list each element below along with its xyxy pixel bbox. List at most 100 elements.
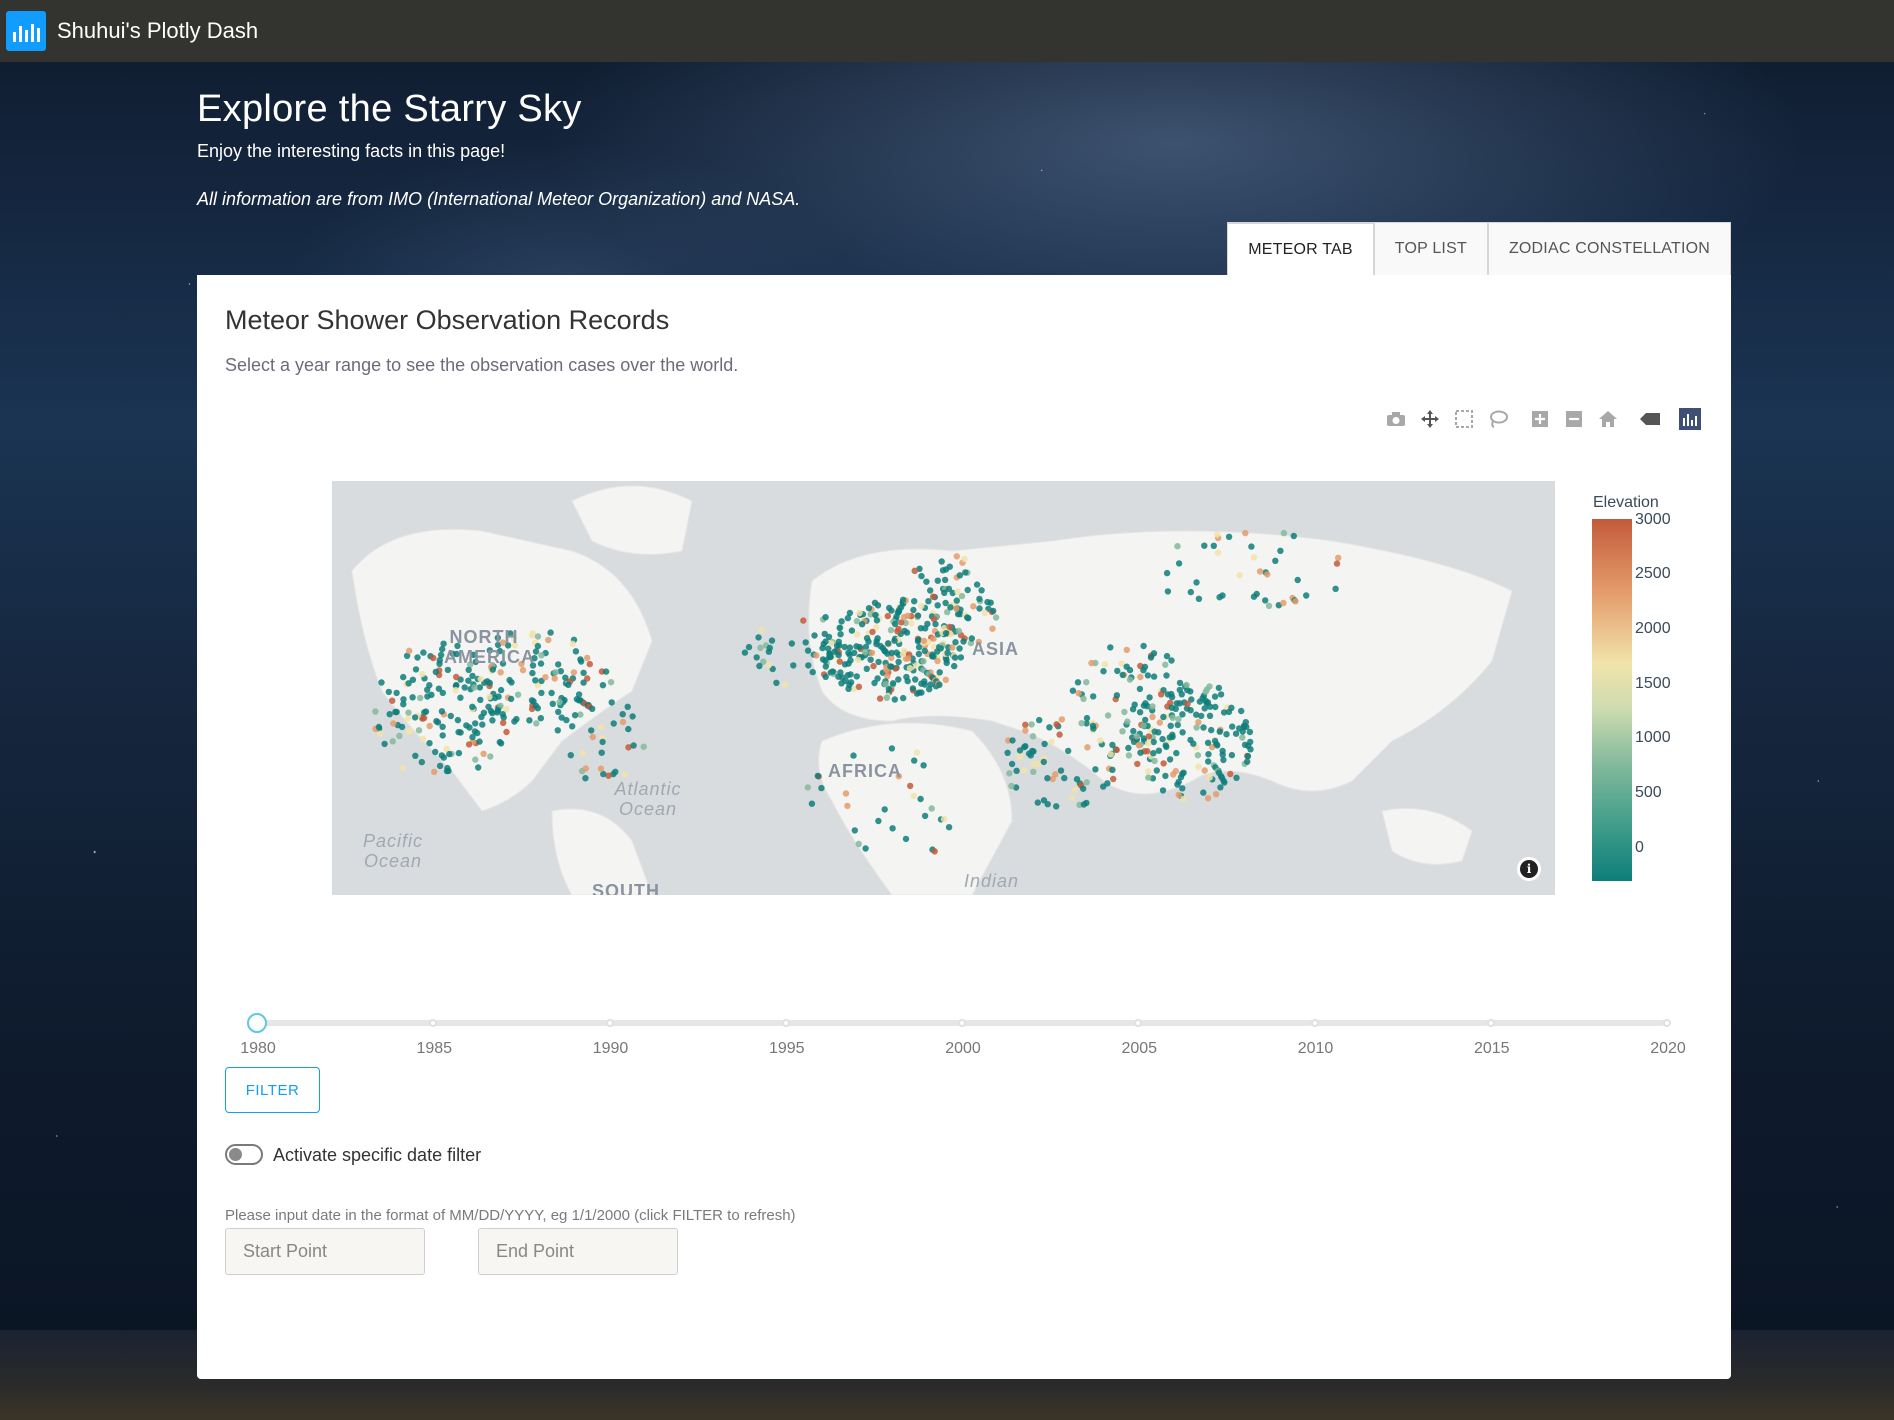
observation-point[interactable] [607,679,615,686]
observation-point[interactable] [1219,747,1226,755]
observation-point[interactable] [570,669,578,676]
observation-point[interactable] [1223,731,1230,738]
observation-point[interactable] [804,647,812,654]
observation-point[interactable] [923,578,930,585]
observation-point[interactable] [942,599,949,607]
observation-point[interactable] [1227,770,1234,778]
observation-point[interactable] [494,707,502,714]
observation-point[interactable] [1233,774,1240,781]
observation-point[interactable] [579,750,587,757]
observation-point[interactable] [1179,729,1186,736]
observation-point[interactable] [1201,767,1208,774]
observation-point[interactable] [625,725,632,733]
observation-point[interactable] [855,683,863,690]
observation-point[interactable] [1123,663,1130,670]
observation-point[interactable] [409,694,416,701]
observation-point[interactable] [534,633,542,640]
observation-point[interactable] [418,758,425,766]
observation-point[interactable] [598,749,605,756]
plotly-logo-icon[interactable] [1679,408,1701,430]
observation-point[interactable] [1107,644,1114,651]
observation-point[interactable] [1135,742,1143,749]
observation-point[interactable] [928,805,935,812]
observation-point[interactable] [372,708,379,715]
observation-point[interactable] [853,673,860,680]
observation-point[interactable] [457,694,464,701]
observation-point[interactable] [911,567,918,574]
observation-point[interactable] [586,660,593,668]
observation-point[interactable] [1065,747,1072,755]
observation-point[interactable] [542,674,549,681]
observation-point[interactable] [914,638,922,645]
observation-point[interactable] [907,782,914,790]
observation-point[interactable] [1211,693,1219,700]
observation-point[interactable] [847,657,854,664]
observation-point[interactable] [421,709,428,716]
observation-point[interactable] [465,677,472,684]
observation-point[interactable] [1332,585,1339,592]
observation-point[interactable] [1150,673,1158,680]
observation-point[interactable] [1193,579,1200,586]
observation-point[interactable] [503,728,510,736]
observation-point[interactable] [1201,542,1208,549]
observation-point[interactable] [887,663,894,670]
observation-point[interactable] [822,614,829,621]
observation-point[interactable] [1303,592,1310,599]
observation-point[interactable] [1140,722,1147,729]
observation-point[interactable] [838,680,845,687]
observation-point[interactable] [1277,547,1284,554]
observation-point[interactable] [884,640,892,647]
observation-point[interactable] [1238,707,1245,715]
observation-point[interactable] [836,624,843,632]
observation-point[interactable] [1126,676,1134,683]
observation-point[interactable] [930,635,937,642]
observation-point[interactable] [431,768,438,775]
observation-point[interactable] [1272,557,1279,564]
observation-point[interactable] [1244,758,1251,765]
observation-point[interactable] [1212,791,1220,798]
observation-point[interactable] [821,630,828,638]
observation-point[interactable] [1145,774,1152,781]
observation-point[interactable] [900,613,908,621]
observation-point[interactable] [472,756,479,763]
observation-point[interactable] [1056,731,1063,738]
observation-point[interactable] [865,605,873,612]
observation-point[interactable] [1173,700,1180,707]
end-date-input[interactable] [478,1228,678,1275]
observation-point[interactable] [1158,691,1165,698]
observation-point[interactable] [936,681,943,688]
observation-point[interactable] [602,668,610,675]
observation-point[interactable] [1068,794,1076,802]
observation-point[interactable] [858,621,866,628]
observation-point[interactable] [924,620,931,628]
observation-point[interactable] [765,662,772,669]
observation-point[interactable] [569,723,576,730]
observation-point[interactable] [1144,672,1152,679]
observation-point[interactable] [1071,786,1079,793]
observation-point[interactable] [902,835,910,843]
year-slider-handle[interactable] [247,1013,267,1033]
observation-point[interactable] [941,589,948,596]
observation-point[interactable] [1194,752,1202,759]
observation-point[interactable] [960,638,967,645]
reset-home-icon[interactable] [1597,408,1619,430]
observation-point[interactable] [432,748,439,756]
observation-point[interactable] [1046,724,1053,731]
observation-point[interactable] [545,636,552,644]
observation-point[interactable] [532,702,539,709]
observation-point[interactable] [1104,712,1112,719]
observation-point[interactable] [426,682,433,689]
observation-point[interactable] [406,647,413,654]
observation-point[interactable] [882,680,889,688]
observation-point[interactable] [475,764,482,771]
observation-point[interactable] [811,632,818,639]
observation-point[interactable] [1146,694,1153,701]
observation-point[interactable] [862,649,869,656]
observation-point[interactable] [538,652,545,659]
observation-point[interactable] [454,716,462,724]
observation-point[interactable] [400,701,407,708]
observation-point[interactable] [598,724,605,731]
observation-point[interactable] [970,603,977,610]
observation-point[interactable] [465,666,472,674]
observation-point[interactable] [934,602,941,609]
